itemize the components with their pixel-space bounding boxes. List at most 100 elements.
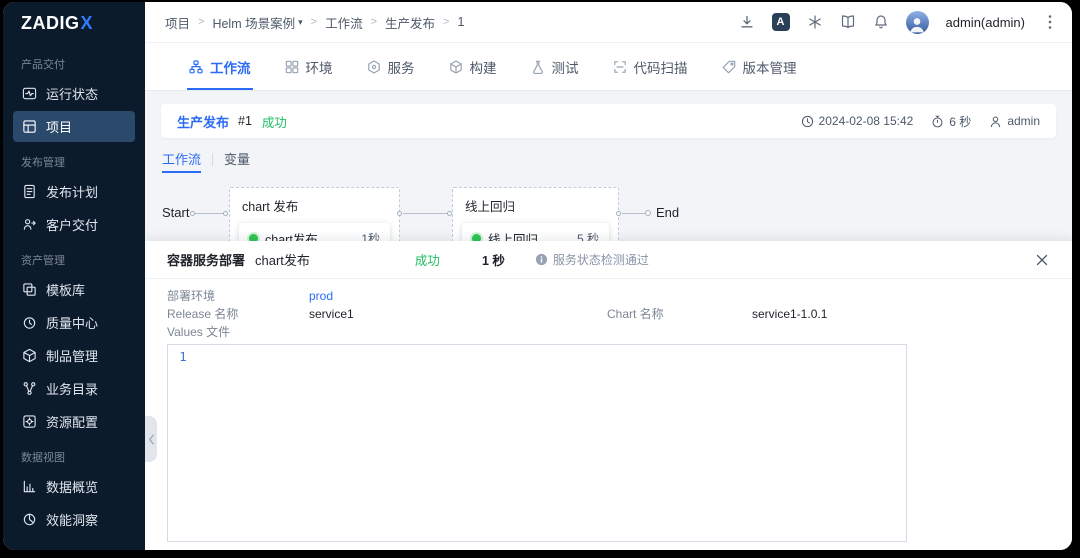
- sidebar-item-efficiency-insight[interactable]: 效能洞察: [13, 504, 135, 535]
- sidebar-item-release-plan[interactable]: 发布计划: [13, 176, 135, 207]
- flow-start-label: Start: [162, 205, 189, 220]
- chevron-down-icon: ▾: [298, 17, 303, 28]
- topbar: 项目 > Helm 场景案例 ▾ > 工作流 > 生产发布 > 1 A: [145, 2, 1072, 43]
- subtab-variables[interactable]: 变量: [224, 149, 250, 173]
- flow-connector-dot: [397, 211, 402, 216]
- stage-title: 线上回归: [453, 188, 618, 221]
- project-tabbar: 工作流 环境 服务 构建 测试 代码扫描: [145, 43, 1072, 91]
- release-label: Release 名称: [167, 305, 309, 323]
- environment-icon: [285, 60, 299, 74]
- docs-button[interactable]: [840, 14, 856, 30]
- breadcrumb-projects[interactable]: 项目: [165, 13, 190, 32]
- sidebar-item-quality-center[interactable]: 质量中心: [13, 307, 135, 338]
- editor-content[interactable]: [198, 345, 906, 541]
- tab-label: 代码扫描: [634, 57, 688, 77]
- avatar[interactable]: [906, 11, 929, 34]
- run-duration: 6 秒: [931, 113, 971, 130]
- username[interactable]: admin(admin): [946, 15, 1025, 30]
- language-icon[interactable]: A: [772, 13, 790, 31]
- tab-test[interactable]: 测试: [514, 43, 596, 90]
- build-icon: [449, 60, 463, 74]
- tab-service[interactable]: 服务: [350, 43, 432, 90]
- sidebar-item-projects[interactable]: 项目: [13, 111, 135, 142]
- sidebar-section-product: 产品交付: [21, 56, 127, 72]
- tab-version-management[interactable]: 版本管理: [705, 43, 814, 90]
- template-icon: [22, 282, 37, 297]
- breadcrumb-run-id: 1: [457, 15, 464, 29]
- service-icon: [367, 60, 381, 74]
- sidebar-item-running-status[interactable]: 运行状态: [13, 78, 135, 109]
- close-icon: [1036, 254, 1048, 266]
- docs-icon: [840, 14, 856, 30]
- run-header-card: 生产发布 #1 成功 2024-02-08 15:42 6 秒 admin: [161, 104, 1056, 138]
- tab-label: 环境: [306, 57, 333, 77]
- artifact-icon: [22, 348, 37, 363]
- breadcrumb-project-name[interactable]: Helm 场景案例 ▾: [212, 13, 302, 32]
- spacer: [607, 287, 752, 305]
- pulse-icon: [22, 86, 37, 101]
- sidebar-item-label: 运行状态: [46, 84, 98, 103]
- drawer-duration: 1 秒: [482, 250, 505, 269]
- env-label: 部署环境: [167, 287, 309, 305]
- tab-code-scan[interactable]: 代码扫描: [596, 43, 705, 90]
- env-value-link[interactable]: prod: [309, 287, 607, 305]
- deploy-fields: 部署环境 prod Release 名称 service1 Chart 名称 s…: [167, 287, 1050, 341]
- sidebar-item-label: 资源配置: [46, 412, 98, 431]
- app-logo[interactable]: ZADIGX: [3, 2, 145, 44]
- sparkle-button[interactable]: [807, 14, 823, 30]
- sidebar: ZADIGX 产品交付 运行状态 项目 发布管理 发布计划 客户交付 资产管理: [3, 2, 145, 550]
- tab-build[interactable]: 构建: [432, 43, 514, 90]
- drawer-body: 部署环境 prod Release 名称 service1 Chart 名称 s…: [145, 279, 1072, 550]
- run-name-link[interactable]: 生产发布: [177, 112, 229, 131]
- more-button[interactable]: [1042, 14, 1058, 30]
- flow-connector-line: [195, 213, 224, 214]
- drawer-close-button[interactable]: [1034, 250, 1050, 270]
- timer-icon: [931, 115, 944, 128]
- values-file-label: Values 文件: [167, 323, 309, 341]
- stage-title: chart 发布: [230, 188, 399, 221]
- flow-connector-dot: [223, 211, 228, 216]
- sidebar-section-release: 发布管理: [21, 154, 127, 170]
- tab-label: 版本管理: [743, 57, 797, 77]
- notification-button[interactable]: [873, 14, 889, 30]
- tab-environment[interactable]: 环境: [268, 43, 350, 90]
- more-icon: [1042, 14, 1058, 30]
- workflow-icon: [189, 60, 203, 74]
- sidebar-item-template-library[interactable]: 模板库: [13, 274, 135, 305]
- values-file-editor[interactable]: 1: [167, 344, 907, 542]
- sidebar-section-data: 数据视图: [21, 449, 127, 465]
- tab-workflow[interactable]: 工作流: [172, 43, 268, 90]
- breadcrumb-workflow-name[interactable]: 生产发布: [385, 13, 435, 32]
- sidebar-item-resource-config[interactable]: 资源配置: [13, 406, 135, 437]
- logo-text: ZADIG: [21, 13, 80, 34]
- sidebar-item-customer-delivery[interactable]: 客户交付: [13, 209, 135, 240]
- spacer: [752, 287, 1050, 305]
- run-subtabs: 工作流 变量: [162, 149, 250, 173]
- catalog-icon: [22, 381, 37, 396]
- sidebar-item-label: 数据概览: [46, 477, 98, 496]
- sidebar-item-label: 业务目录: [46, 379, 98, 398]
- release-value: service1: [309, 305, 607, 323]
- breadcrumb-separator: >: [311, 16, 317, 28]
- chart-value: service1-1.0.1: [752, 305, 1050, 323]
- sidebar-item-label: 制品管理: [46, 346, 98, 365]
- flow-connector-dot: [616, 211, 621, 216]
- run-meta: 2024-02-08 15:42 6 秒 admin: [801, 113, 1040, 130]
- breadcrumb-workflows[interactable]: 工作流: [325, 13, 363, 32]
- overview-icon: [22, 479, 37, 494]
- workflow-run-content: 生产发布 #1 成功 2024-02-08 15:42 6 秒 admin: [145, 91, 1072, 550]
- clock-icon: [801, 115, 814, 128]
- app-window: ZADIGX 产品交付 运行状态 项目 发布管理 发布计划 客户交付 资产管理: [3, 2, 1072, 550]
- logo-x: X: [81, 13, 94, 34]
- drawer-job-name: chart发布: [255, 250, 310, 269]
- download-button[interactable]: [739, 14, 755, 30]
- version-icon: [722, 60, 736, 74]
- subtab-divider: [212, 153, 213, 166]
- sidebar-item-artifact-management[interactable]: 制品管理: [13, 340, 135, 371]
- sidebar-collapse-handle[interactable]: [145, 416, 157, 462]
- subtab-workflow[interactable]: 工作流: [162, 149, 201, 173]
- sidebar-item-label: 效能洞察: [46, 510, 98, 529]
- sidebar-item-data-overview[interactable]: 数据概览: [13, 471, 135, 502]
- sidebar-item-business-catalog[interactable]: 业务目录: [13, 373, 135, 404]
- editor-line-number: 1: [168, 345, 198, 541]
